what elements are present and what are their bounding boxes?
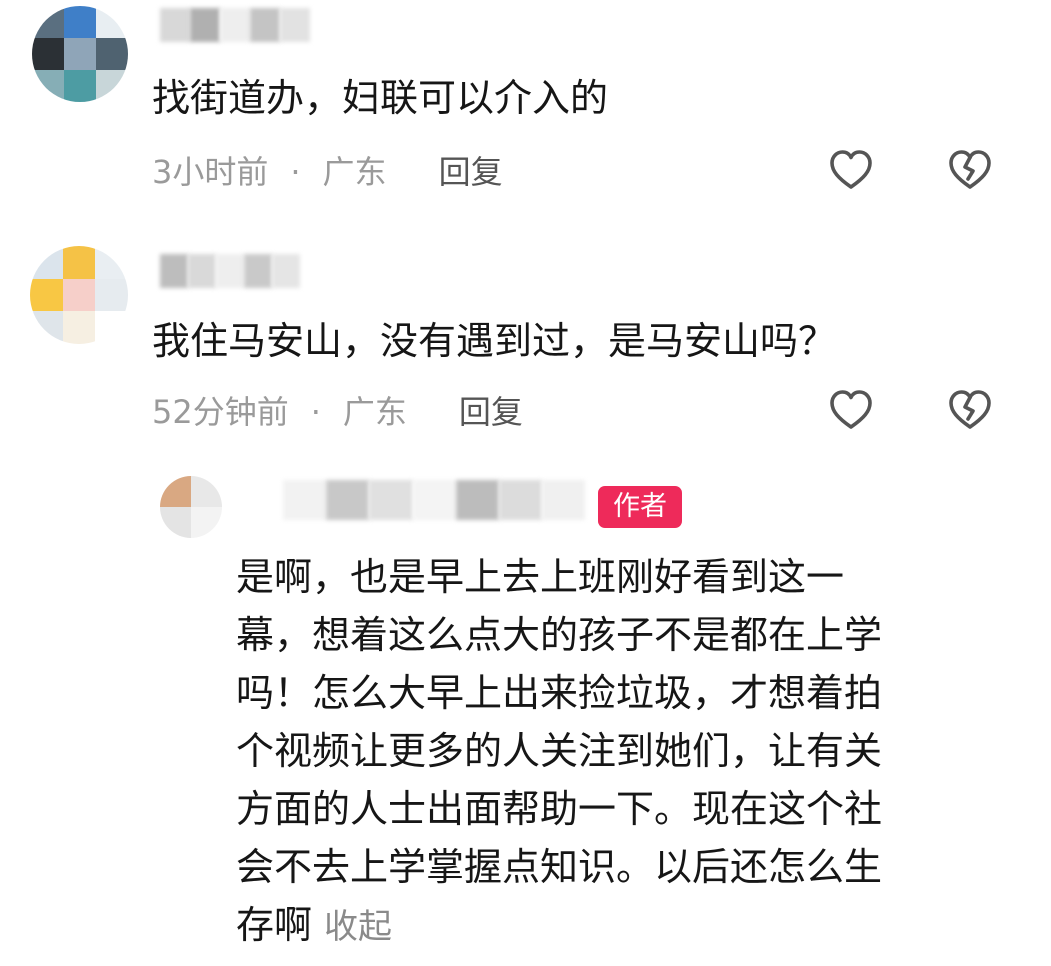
collapse-link[interactable]: 收起 [324, 907, 392, 947]
avatar[interactable] [32, 6, 128, 102]
avatar-mosaic-tile [95, 311, 128, 344]
reply-text-line: 方面的人士出面帮助一下。现在这个社 [236, 787, 883, 831]
username-mosaic-tile [160, 254, 188, 288]
reply-text-line: 吗！怎么大早上出来捡垃圾，才想着拍 [236, 671, 883, 715]
username-blurred[interactable] [160, 254, 300, 288]
broken-heart-icon[interactable] [946, 146, 994, 194]
like-button-svg [830, 150, 872, 189]
username-mosaic-tile [160, 8, 190, 42]
reply-text-line: 个视频让更多的人关注到她们，让有关 [236, 729, 883, 773]
reply-button[interactable]: 回复 [439, 152, 503, 192]
author-badge: 作者 [598, 486, 682, 528]
avatar-mosaic-tile [191, 476, 222, 507]
avatar-mosaic-tile [160, 476, 191, 507]
avatar-mosaic-tile [32, 38, 64, 70]
reply-text[interactable]: 是啊，也是早上去上班刚好看到这一 幕，想着这么点大的孩子不是都在上学 吗！怎么大… [236, 548, 1016, 954]
comment-meta: 52分钟前 · 广东 回复 [152, 392, 523, 432]
comment-time: 3小时前 [152, 153, 269, 191]
username-mosaic-tile [280, 8, 310, 42]
username-mosaic-tile [190, 8, 220, 42]
avatar[interactable] [160, 476, 222, 538]
avatar-mosaic-tile [32, 70, 64, 102]
broken-heart-icon[interactable] [946, 386, 994, 434]
reply-text-line-end: 存啊 [236, 903, 313, 947]
heart-outline-icon[interactable] [827, 146, 875, 194]
reply-text-last-line: 存啊 收起 [236, 896, 1016, 954]
avatar-mosaic-tile [62, 311, 96, 344]
username-blurred[interactable] [160, 8, 310, 42]
username-mosaic-tile [412, 480, 456, 520]
username-mosaic-tile [188, 254, 216, 288]
avatar-mosaic-tile [160, 507, 191, 538]
reply-text-line: 会不去上学掌握点知识。以后还怎么生 [236, 845, 883, 889]
dislike-button-svg [949, 390, 991, 429]
comment-text[interactable]: 我住马安山，没有遇到过，是马安山吗？ [152, 317, 836, 365]
username-mosaic-tile [240, 480, 284, 520]
username-mosaic-tile [541, 480, 585, 520]
username-mosaic-tile [283, 480, 327, 520]
comment-location: 广东 [342, 393, 407, 431]
comment-text[interactable]: 找街道办，妇联可以介入的 [152, 74, 608, 122]
comment-location: 广东 [322, 153, 387, 191]
dislike-button-svg [949, 150, 991, 189]
username-mosaic-tile [244, 254, 272, 288]
avatar-mosaic-tile [30, 311, 63, 344]
reply-text-line: 幕，想着这么点大的孩子不是都在上学 [236, 613, 883, 657]
username-mosaic-tile [272, 254, 300, 288]
reply-button[interactable]: 回复 [459, 392, 523, 432]
avatar-mosaic-tile [64, 6, 96, 38]
username-mosaic-tile [369, 480, 413, 520]
meta-separator: · [310, 393, 321, 431]
reply-text-line: 是啊，也是早上去上班刚好看到这一 [236, 555, 845, 599]
avatar-mosaic-tile [30, 278, 63, 312]
avatar-mosaic-tile [96, 70, 128, 102]
avatar-mosaic-tile [32, 6, 64, 38]
heart-outline-icon[interactable] [827, 386, 875, 434]
avatar-mosaic-tile [30, 246, 63, 279]
avatar-mosaic-tile [64, 38, 96, 70]
avatar-mosaic-tile [95, 246, 128, 279]
avatar-mosaic-tile [62, 278, 96, 312]
username-mosaic-tile [216, 254, 244, 288]
username-blurred[interactable] [240, 480, 585, 520]
avatar-mosaic-tile [96, 6, 128, 38]
avatar-mosaic-tile [191, 507, 222, 538]
username-mosaic-tile [220, 8, 250, 42]
like-button-svg [830, 390, 872, 429]
avatar-mosaic-tile [64, 70, 96, 102]
avatar-mosaic-tile [96, 38, 128, 70]
avatar-mosaic-tile [62, 246, 96, 279]
meta-separator: · [290, 153, 301, 191]
username-mosaic-tile [455, 480, 499, 520]
username-mosaic-tile [250, 8, 280, 42]
comment-meta: 3小时前 · 广东 回复 [152, 152, 503, 192]
avatar-mosaic-tile [95, 278, 128, 312]
avatar[interactable] [30, 246, 128, 344]
username-mosaic-tile [498, 480, 542, 520]
username-mosaic-tile [326, 480, 370, 520]
comment-time: 52分钟前 [152, 393, 289, 431]
